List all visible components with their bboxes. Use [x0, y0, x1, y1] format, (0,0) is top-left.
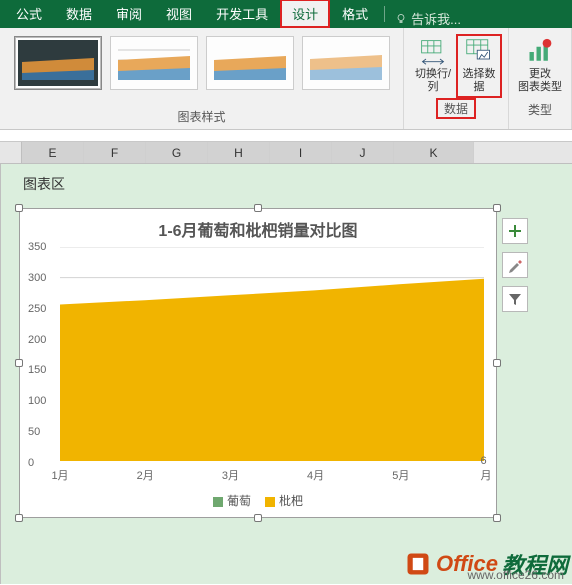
tab-data[interactable]: 数据: [54, 0, 104, 28]
group-label-data: 数据: [436, 98, 476, 119]
col-header-H[interactable]: H: [208, 142, 270, 163]
chart-style-2[interactable]: [110, 36, 198, 90]
y-tick-label: 0: [28, 457, 34, 469]
group-label-styles: 图表样式: [0, 105, 403, 129]
y-tick-label: 50: [28, 426, 40, 438]
chart-side-buttons: [502, 218, 528, 312]
chart-filter-button[interactable]: [502, 286, 528, 312]
x-tick-label: 5月: [392, 467, 409, 483]
col-header-K[interactable]: K: [394, 142, 474, 163]
y-tick-label: 250: [28, 303, 46, 315]
legend-item-1[interactable]: 葡萄: [213, 492, 251, 509]
formula-bar-area: [0, 130, 572, 142]
ribbon-tabs: 公式 数据 审阅 视图 开发工具 设计 格式 告诉我...: [0, 0, 572, 28]
change-type-label: 更改 图表类型: [518, 68, 562, 94]
chart-object[interactable]: 1-6月葡萄和枇杷销量对比图 葡萄 枇杷 0 50 100 150 200 250 300 3…: [19, 208, 497, 518]
tell-me[interactable]: 告诉我...: [395, 9, 461, 28]
tab-formulas[interactable]: 公式: [4, 0, 54, 28]
tab-design[interactable]: 设计: [280, 0, 330, 28]
tab-developer[interactable]: 开发工具: [204, 0, 280, 28]
switch-rowcol-icon: [419, 38, 447, 66]
resize-handle-tm[interactable]: [254, 204, 262, 212]
filter-icon: [507, 291, 523, 307]
y-tick-label: 200: [28, 334, 46, 346]
resize-handle-br[interactable]: [493, 514, 501, 522]
chart-style-4[interactable]: [302, 36, 390, 90]
watermark-url: www.office26.com: [468, 568, 565, 582]
col-header-J[interactable]: J: [332, 142, 394, 163]
chart-style-3[interactable]: [206, 36, 294, 90]
plus-icon: [507, 223, 523, 239]
col-header-I[interactable]: I: [270, 142, 332, 163]
resize-handle-mr[interactable]: [493, 359, 501, 367]
col-header-F[interactable]: F: [84, 142, 146, 163]
change-chart-type-button[interactable]: 更改 图表类型: [517, 34, 563, 98]
y-tick-label: 100: [28, 395, 46, 407]
col-header-E[interactable]: E: [22, 142, 84, 163]
header-corner[interactable]: [0, 142, 22, 163]
group-label-type: 类型: [517, 98, 563, 122]
separator: [384, 6, 385, 22]
chart-title[interactable]: 1-6月葡萄和枇杷销量对比图: [20, 209, 496, 245]
worksheet-area[interactable]: 图表区 1-6月葡萄和枇杷销量对比图 葡萄 枇杷 0 50 100 150 200 250…: [0, 164, 572, 584]
switch-rowcol-label: 切换行/列: [410, 68, 456, 94]
resize-handle-bm[interactable]: [254, 514, 262, 522]
chart-plot-area[interactable]: [60, 247, 484, 461]
tab-format[interactable]: 格式: [330, 0, 380, 28]
y-tick-label: 150: [28, 364, 46, 376]
chart-area-label: 图表区: [23, 174, 65, 194]
legend-item-2[interactable]: 枇杷: [265, 492, 303, 509]
select-data-button[interactable]: 选择数据: [456, 34, 502, 98]
chart-elements-button[interactable]: [502, 218, 528, 244]
chart-style-1[interactable]: [14, 36, 102, 90]
bulb-icon: [395, 13, 407, 25]
select-data-label: 选择数据: [458, 68, 500, 94]
legend-label-2: 枇杷: [279, 494, 303, 508]
x-tick-label: 6月: [481, 455, 492, 483]
chart-styles-button[interactable]: [502, 252, 528, 278]
brush-icon: [507, 257, 523, 273]
y-tick-label: 350: [28, 241, 46, 253]
resize-handle-bl[interactable]: [15, 514, 23, 522]
x-tick-label: 4月: [307, 467, 324, 483]
chart-legend[interactable]: 葡萄 枇杷: [20, 492, 496, 509]
legend-label-1: 葡萄: [227, 494, 251, 508]
switch-row-col-button[interactable]: 切换行/列: [410, 34, 456, 98]
col-header-G[interactable]: G: [146, 142, 208, 163]
resize-handle-tl[interactable]: [15, 204, 23, 212]
chart-styles-gallery: [0, 28, 403, 105]
x-tick-label: 1月: [51, 467, 68, 483]
y-tick-label: 300: [28, 272, 46, 284]
ribbon-body: 图表样式 切换行/列 选择数据 数据 更改 图表类型 类型: [0, 28, 572, 130]
resize-handle-ml[interactable]: [15, 359, 23, 367]
tab-view[interactable]: 视图: [154, 0, 204, 28]
resize-handle-tr[interactable]: [493, 204, 501, 212]
tell-me-label: 告诉我...: [411, 9, 461, 28]
x-tick-label: 3月: [222, 467, 239, 483]
office-logo-icon: [404, 550, 432, 578]
tab-review[interactable]: 审阅: [104, 0, 154, 28]
select-data-icon: [465, 38, 493, 66]
x-tick-label: 2月: [137, 467, 154, 483]
change-type-icon: [526, 38, 554, 66]
column-headers: E F G H I J K: [0, 142, 572, 164]
